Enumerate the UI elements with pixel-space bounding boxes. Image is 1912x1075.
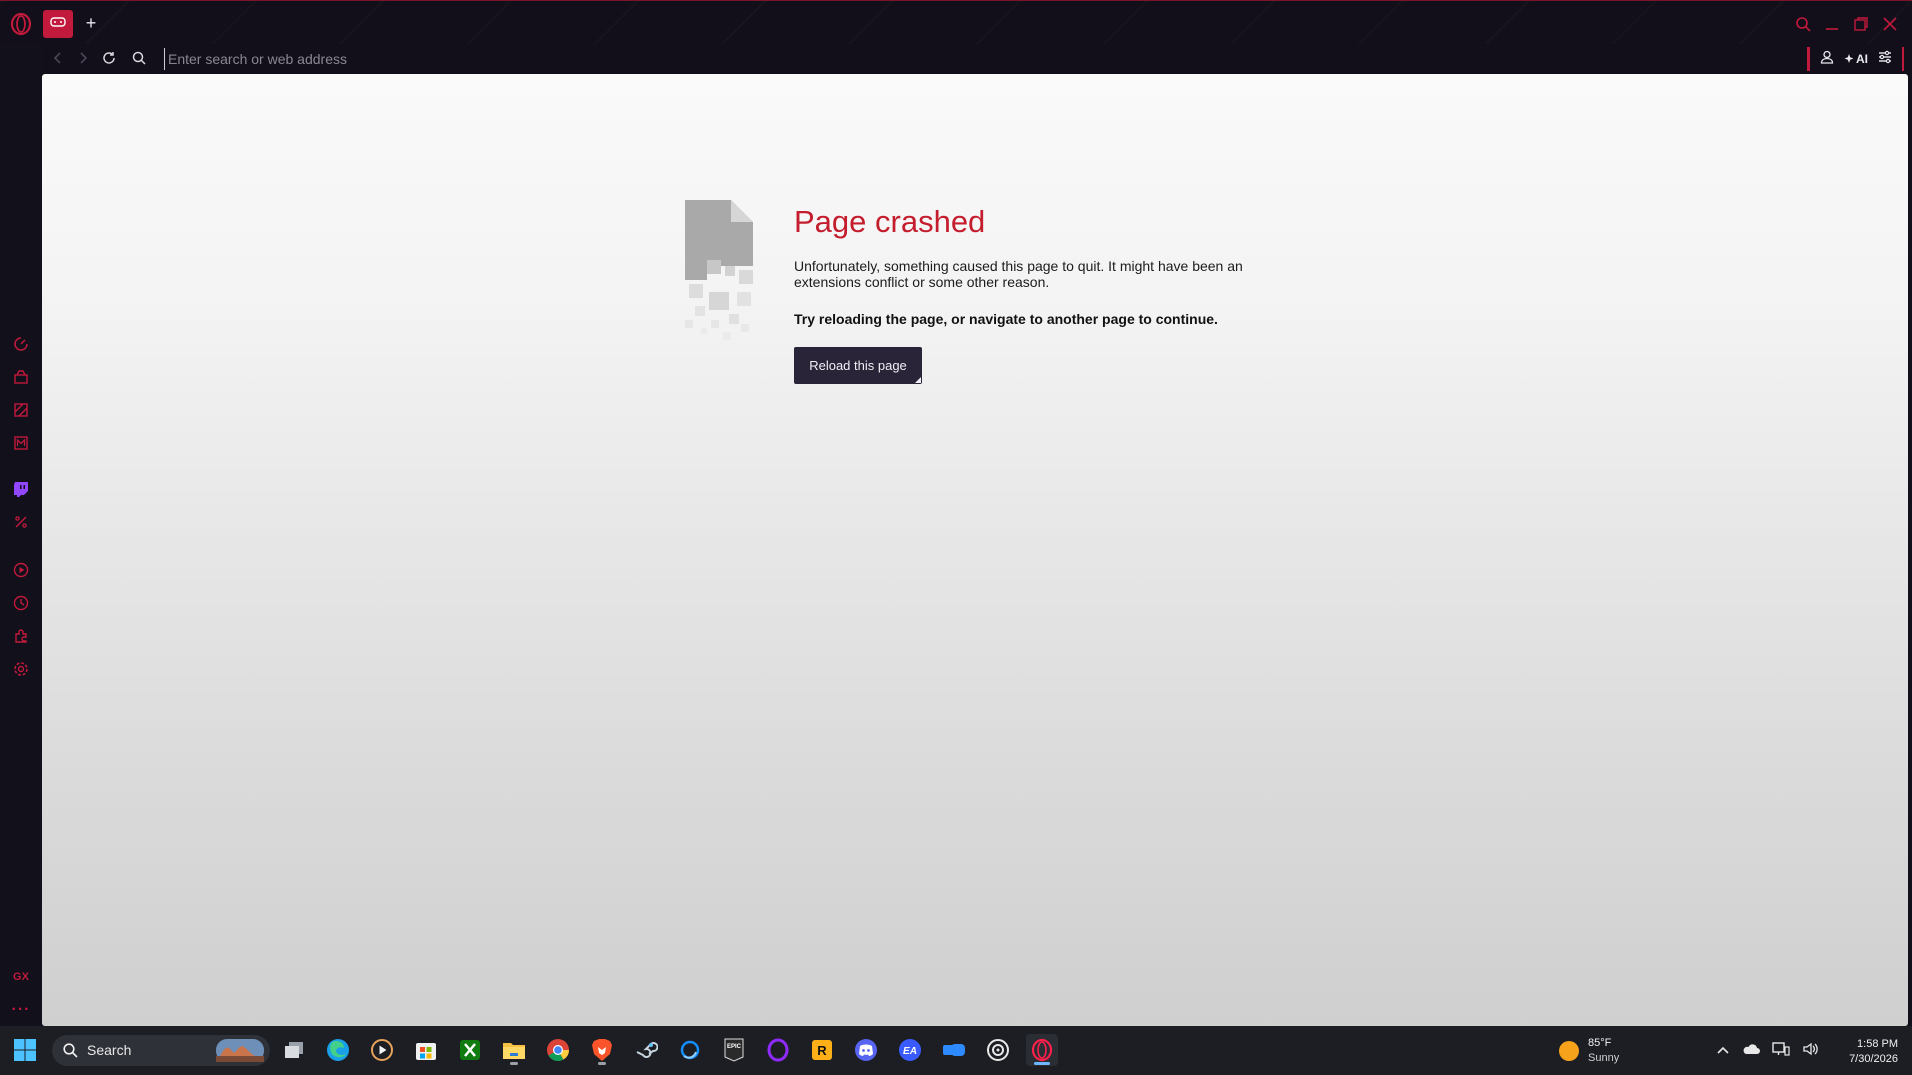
- opera-gx-logo-icon[interactable]: [9, 12, 33, 36]
- edge-icon[interactable]: [322, 1034, 354, 1066]
- file-explorer-icon[interactable]: [498, 1034, 530, 1066]
- svg-text:R: R: [817, 1043, 827, 1058]
- running-indicator: [510, 1062, 518, 1065]
- accent-divider: [1807, 47, 1810, 71]
- messenger-icon[interactable]: [10, 432, 32, 454]
- back-icon[interactable]: [47, 47, 69, 69]
- aria-ai-button[interactable]: AI: [1844, 52, 1868, 66]
- page-title: Page crashed: [794, 204, 986, 239]
- network-icon[interactable]: [1772, 1041, 1790, 1062]
- gx-corner-icon[interactable]: [10, 366, 32, 388]
- minimize-icon[interactable]: [1820, 12, 1844, 36]
- opera-gx-icon[interactable]: [1026, 1034, 1058, 1066]
- crash-hint: Try reloading the page, or navigate to a…: [794, 311, 1218, 327]
- search-highlight-icon: [216, 1039, 264, 1067]
- weather-widget[interactable]: 85°F Sunny: [1556, 1036, 1646, 1066]
- start-button[interactable]: [9, 1034, 41, 1066]
- accent-divider-right: [1902, 47, 1904, 71]
- game-pass-icon[interactable]: [938, 1034, 970, 1066]
- microsoft-store-icon[interactable]: [410, 1034, 442, 1066]
- twitch-icon[interactable]: [10, 478, 32, 500]
- search-label: Search: [87, 1042, 132, 1058]
- sidebar: GX ···: [0, 74, 42, 1026]
- volume-icon[interactable]: [1802, 1041, 1820, 1062]
- sun-icon: [1558, 1040, 1580, 1067]
- xbox-icon[interactable]: [454, 1034, 486, 1066]
- search-icon: [63, 1043, 78, 1063]
- steam-icon[interactable]: [630, 1034, 662, 1066]
- search-tabs-icon[interactable]: [1791, 12, 1815, 36]
- weather-temperature: 85°F: [1588, 1037, 1612, 1049]
- discount-icon[interactable]: [10, 511, 32, 533]
- broken-page-icon: [685, 200, 753, 340]
- gx-control-button[interactable]: GX: [10, 966, 32, 988]
- player-icon[interactable]: [10, 559, 32, 581]
- brave-icon[interactable]: [586, 1034, 618, 1066]
- address-input[interactable]: [164, 48, 1064, 70]
- taskbar-search[interactable]: Search: [52, 1035, 270, 1066]
- address-bar-row: AI: [42, 44, 1912, 74]
- discord-icon[interactable]: [850, 1034, 882, 1066]
- gx-game-controller-icon: [50, 15, 66, 33]
- page-content: Page crashed Unfortunately, something ca…: [42, 74, 1908, 1026]
- more-options-button[interactable]: ···: [10, 999, 32, 1021]
- chrome-icon[interactable]: [542, 1034, 574, 1066]
- new-tab-button[interactable]: +: [80, 12, 102, 34]
- gx-cleaner-icon[interactable]: [10, 399, 32, 421]
- profile-icon[interactable]: [1820, 50, 1834, 69]
- settings-icon[interactable]: [10, 658, 32, 680]
- weather-condition: Sunny: [1588, 1052, 1620, 1064]
- onedrive-cloud-icon[interactable]: [1742, 1042, 1760, 1060]
- reload-page-button[interactable]: Reload this page: [794, 347, 922, 384]
- svg-text:EPIC: EPIC: [727, 1044, 742, 1050]
- active-indicator: [1034, 1062, 1050, 1065]
- clock[interactable]: 1:58 PM 7/30/2026: [1849, 1037, 1898, 1067]
- clock-date: 7/30/2026: [1849, 1053, 1898, 1065]
- active-tab[interactable]: [43, 10, 73, 38]
- battle-net-icon[interactable]: [674, 1034, 706, 1066]
- crash-description: Unfortunately, something caused this pag…: [794, 258, 1243, 290]
- clock-time: 1:58 PM: [1857, 1038, 1898, 1050]
- taskbar: Search EPIC R EA 85°F Sunny 1:58 PM 7/30…: [0, 1026, 1912, 1075]
- task-view-icon[interactable]: [278, 1034, 310, 1066]
- opera-icon[interactable]: [762, 1034, 794, 1066]
- search-icon: [128, 47, 150, 69]
- speed-dial-icon[interactable]: [10, 333, 32, 355]
- close-icon[interactable]: [1878, 12, 1902, 36]
- ubisoft-connect-icon[interactable]: [982, 1034, 1014, 1066]
- media-player-icon[interactable]: [366, 1034, 398, 1066]
- running-indicator: [598, 1062, 606, 1065]
- extensions-icon[interactable]: [10, 625, 32, 647]
- ai-label: AI: [1856, 52, 1868, 66]
- history-icon[interactable]: [10, 592, 32, 614]
- restore-icon[interactable]: [1849, 12, 1873, 36]
- reload-icon[interactable]: [98, 47, 120, 69]
- chevron-up-icon[interactable]: [1716, 1042, 1730, 1060]
- title-bar: +: [0, 0, 1912, 44]
- epic-games-icon[interactable]: EPIC: [718, 1034, 750, 1066]
- rockstar-games-icon[interactable]: R: [806, 1034, 838, 1066]
- forward-icon[interactable]: [72, 47, 94, 69]
- ea-app-icon[interactable]: EA: [894, 1034, 926, 1066]
- easy-setup-icon[interactable]: [1878, 50, 1892, 69]
- system-tray: [1716, 1040, 1820, 1062]
- svg-text:EA: EA: [903, 1046, 917, 1057]
